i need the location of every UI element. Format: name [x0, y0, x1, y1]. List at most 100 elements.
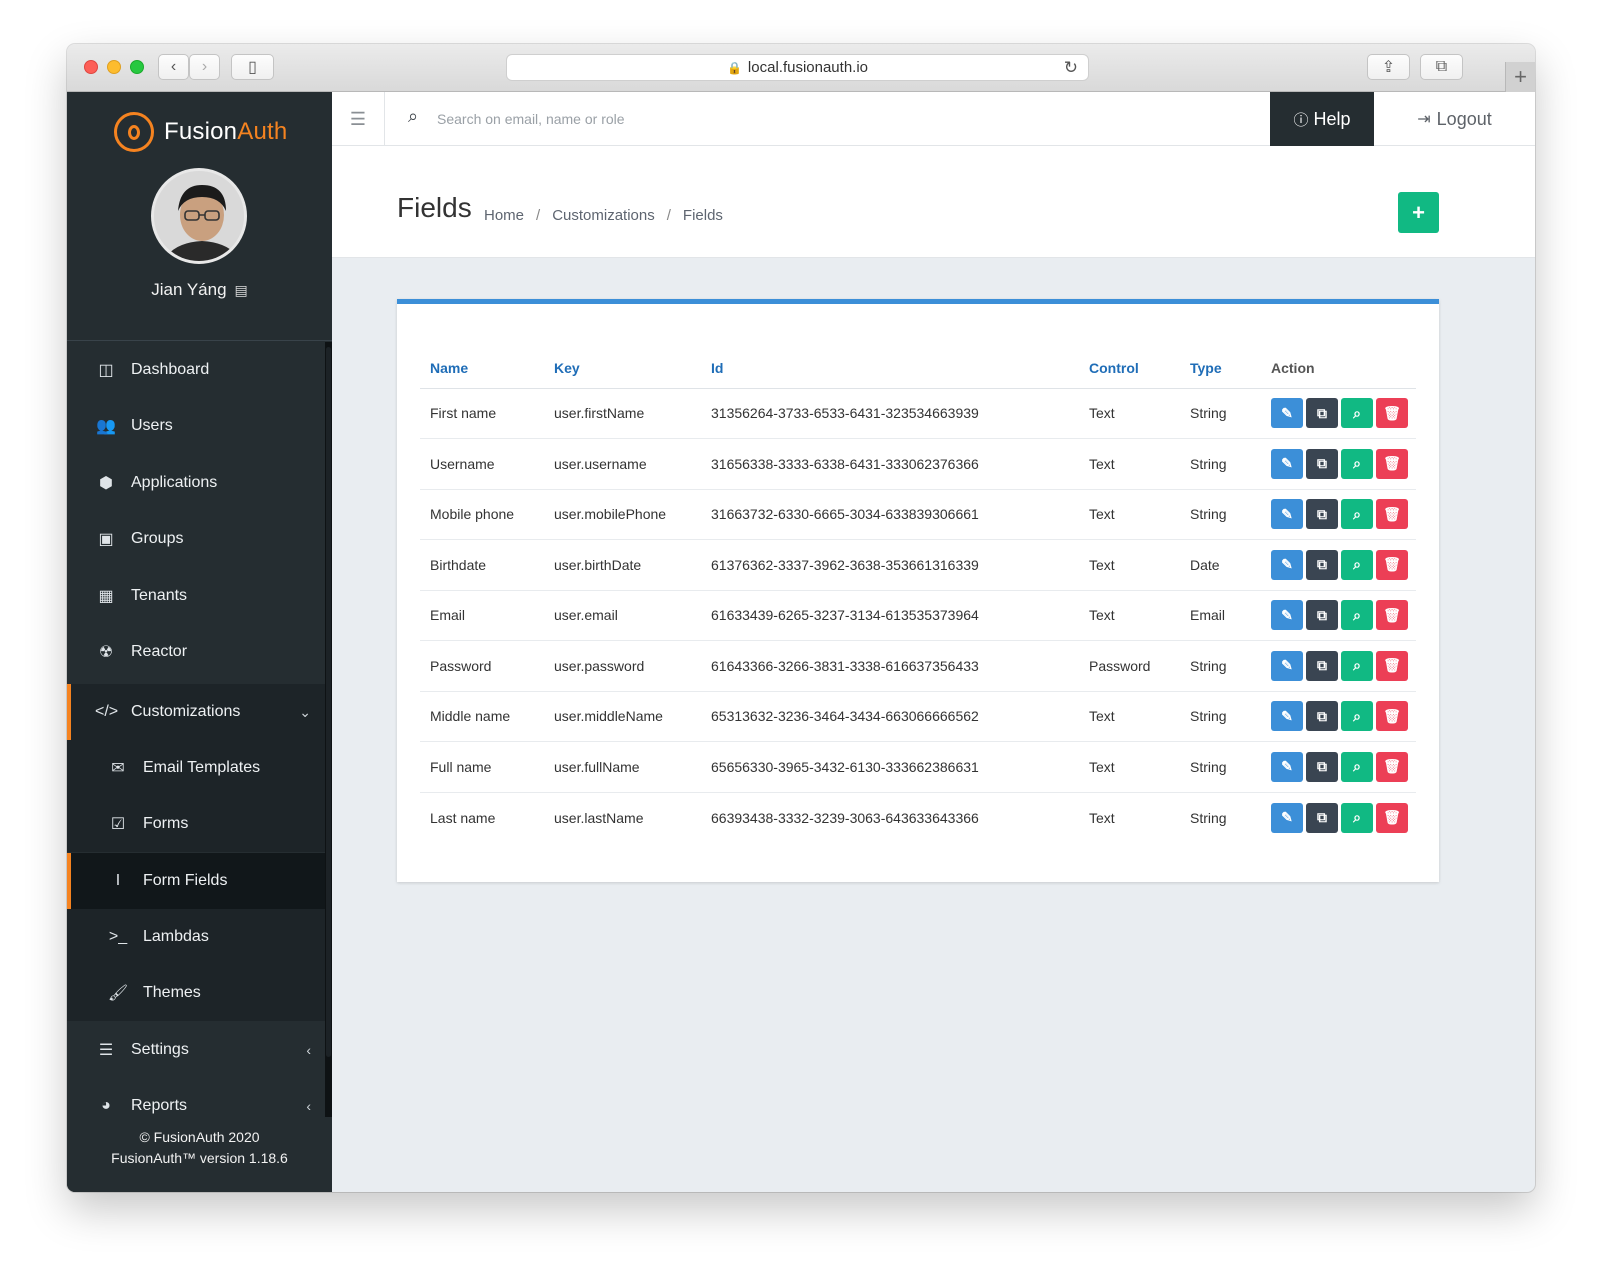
delete-button[interactable]: 🗑	[1376, 549, 1408, 580]
edit-button[interactable]: ✎	[1271, 499, 1303, 530]
view-button[interactable]: ⌕	[1341, 701, 1373, 732]
duplicate-button[interactable]: ⧉	[1306, 650, 1338, 681]
sidebar-toggle-button[interactable]: ▯	[231, 54, 274, 80]
breadcrumb-home[interactable]: Home	[484, 207, 524, 224]
duplicate-button[interactable]: ⧉	[1306, 751, 1338, 782]
duplicate-button[interactable]: ⧉	[1306, 600, 1338, 631]
sidebar-item-forms[interactable]: ☑ Forms	[67, 796, 325, 852]
duplicate-button[interactable]: ⧉	[1306, 549, 1338, 580]
column-header-control[interactable]: Control	[1079, 348, 1180, 389]
menu-toggle-button[interactable]: ☰	[332, 92, 385, 146]
breadcrumb: Home / Customizations / Fields	[484, 207, 723, 224]
code-icon: </>	[95, 703, 119, 720]
duplicate-button[interactable]: ⧉	[1306, 802, 1338, 833]
sidebar-item-form-fields[interactable]: Ι Form Fields	[67, 853, 325, 909]
paintbrush-icon: 🖌	[107, 985, 129, 1002]
delete-button[interactable]: 🗑	[1376, 802, 1408, 833]
edit-button[interactable]: ✎	[1271, 650, 1303, 681]
row-actions: ✎ ⧉ ⌕ 🗑	[1271, 751, 1416, 782]
sidebar-item-applications[interactable]: ⬢ Applications	[67, 455, 325, 511]
sidebar-item-reactor[interactable]: ☢ Reactor	[67, 624, 325, 680]
edit-button[interactable]: ✎	[1271, 398, 1303, 429]
view-button[interactable]: ⌕	[1341, 549, 1373, 580]
edit-button[interactable]: ✎	[1271, 701, 1303, 732]
cell-key: user.mobilePhone	[544, 489, 701, 540]
sidebar-item-customizations[interactable]: </> Customizations ⌄	[67, 684, 325, 740]
column-header-type[interactable]: Type	[1180, 348, 1261, 389]
browser-toolbar: ‹ › ▯ 🔒 local.fusionauth.io ↻ ⇪ ⧉ +	[67, 44, 1535, 92]
sign-out-icon: ⇥	[1417, 111, 1431, 128]
delete-button[interactable]: 🗑	[1376, 650, 1408, 681]
tabs-overview-button[interactable]: ⧉	[1420, 54, 1463, 80]
forward-button[interactable]: ›	[189, 54, 220, 80]
sidebar-item-themes[interactable]: 🖌 Themes	[67, 965, 325, 1021]
sidebar-item-settings[interactable]: ☰ Settings ‹	[67, 1022, 325, 1078]
new-tab-button[interactable]: +	[1505, 62, 1535, 92]
sidebar-item-groups[interactable]: ▣ Groups	[67, 511, 325, 567]
close-window-button[interactable]	[84, 60, 98, 74]
logout-button[interactable]: ⇥ Logout	[1374, 92, 1535, 146]
help-button[interactable]: ⓘ Help	[1270, 92, 1374, 146]
user-name[interactable]: Jian Yáng ▤	[67, 280, 332, 300]
zoom-window-button[interactable]	[130, 60, 144, 74]
delete-button[interactable]: 🗑	[1376, 600, 1408, 631]
table-row: Full name user.fullName 65656330-3965-34…	[420, 741, 1416, 793]
view-button[interactable]: ⌕	[1341, 600, 1373, 631]
add-field-button[interactable]: +	[1398, 192, 1439, 233]
minimize-window-button[interactable]	[107, 60, 121, 74]
search-input[interactable]	[437, 106, 937, 132]
edit-button[interactable]: ✎	[1271, 802, 1303, 833]
edit-button[interactable]: ✎	[1271, 600, 1303, 631]
reload-icon[interactable]: ↻	[1064, 58, 1078, 78]
column-header-name[interactable]: Name	[420, 348, 544, 389]
sidebar-item-reports[interactable]: ◕ Reports ‹	[67, 1078, 325, 1117]
duplicate-button[interactable]: ⧉	[1306, 448, 1338, 479]
groups-icon: ▣	[98, 531, 114, 548]
brand-logo[interactable]: FusionAuth	[114, 112, 287, 152]
delete-button[interactable]: 🗑	[1376, 751, 1408, 782]
cell-control: Text	[1079, 741, 1180, 793]
avatar[interactable]	[151, 168, 247, 264]
edit-button[interactable]: ✎	[1271, 448, 1303, 479]
sidebar-item-email-templates[interactable]: ✉ Email Templates	[67, 740, 325, 796]
sliders-icon: ☰	[98, 1042, 114, 1059]
table-row: Middle name user.middleName 65313632-323…	[420, 691, 1416, 742]
duplicate-button[interactable]: ⧉	[1306, 499, 1338, 530]
sidebar-item-dashboard[interactable]: ◫ Dashboard	[67, 342, 325, 398]
duplicate-button[interactable]: ⧉	[1306, 701, 1338, 732]
share-button[interactable]: ⇪	[1367, 54, 1410, 80]
delete-button[interactable]: 🗑	[1376, 448, 1408, 479]
view-button[interactable]: ⌕	[1341, 650, 1373, 681]
cell-id: 65656330-3965-3432-6130-333662386631	[701, 741, 1079, 793]
edit-button[interactable]: ✎	[1271, 751, 1303, 782]
breadcrumb-customizations[interactable]: Customizations	[552, 207, 655, 224]
column-header-id[interactable]: Id	[701, 348, 1079, 389]
cell-control: Text	[1079, 438, 1180, 490]
edit-button[interactable]: ✎	[1271, 549, 1303, 580]
view-button[interactable]: ⌕	[1341, 802, 1373, 833]
cell-key: user.firstName	[544, 388, 701, 439]
back-button[interactable]: ‹	[158, 54, 189, 80]
delete-button[interactable]: 🗑	[1376, 398, 1408, 429]
view-button[interactable]: ⌕	[1341, 499, 1373, 530]
sidebar-item-users[interactable]: 👥 Users	[67, 398, 325, 454]
id-card-icon[interactable]: ▤	[235, 282, 248, 298]
sidebar-item-tenants[interactable]: ▦ Tenants	[67, 568, 325, 624]
delete-button[interactable]: 🗑	[1376, 499, 1408, 530]
address-bar[interactable]: 🔒 local.fusionauth.io ↻	[506, 54, 1089, 81]
search-icon: ⌕	[408, 106, 419, 126]
trash-icon: 🗑	[1383, 809, 1401, 825]
view-button[interactable]: ⌕	[1341, 751, 1373, 782]
sidebar-scrollbar-thumb[interactable]	[326, 347, 331, 1057]
edit-icon: ✎	[1281, 556, 1293, 573]
sidebar-item-lambdas[interactable]: >_ Lambdas	[67, 909, 325, 965]
cell-type: String	[1180, 691, 1261, 742]
copy-icon: ⧉	[1317, 556, 1327, 573]
delete-button[interactable]: 🗑	[1376, 701, 1408, 732]
duplicate-button[interactable]: ⧉	[1306, 398, 1338, 429]
view-button[interactable]: ⌕	[1341, 398, 1373, 429]
column-header-key[interactable]: Key	[544, 348, 701, 389]
fusionauth-logo-icon	[114, 112, 154, 152]
view-button[interactable]: ⌕	[1341, 448, 1373, 479]
cell-type: String	[1180, 489, 1261, 540]
